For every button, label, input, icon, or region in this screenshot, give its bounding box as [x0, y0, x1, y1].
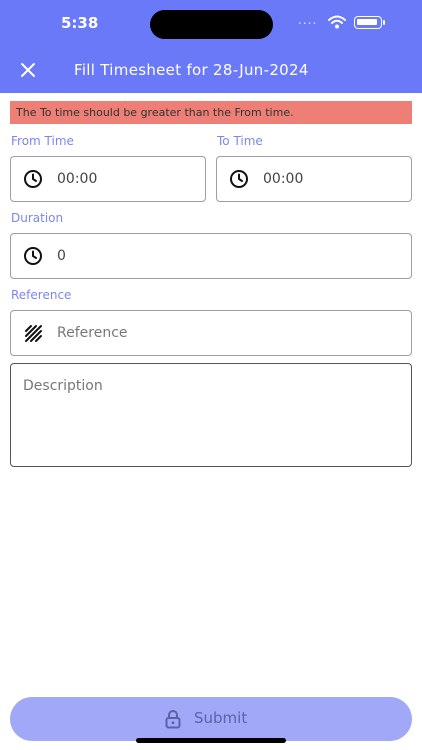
duration-label: Duration [11, 211, 64, 225]
wifi-icon [328, 15, 346, 29]
lock-icon [165, 710, 181, 729]
signal-icon: .... [298, 13, 318, 27]
description-placeholder: Description [23, 378, 103, 394]
status-time: 5:38 [61, 14, 99, 32]
close-icon[interactable] [19, 61, 37, 79]
from-time-label: From Time [11, 134, 74, 148]
submit-button[interactable]: Submit [10, 697, 412, 741]
to-time-field[interactable]: 00:00 [216, 156, 412, 202]
to-time-label: To Time [217, 134, 263, 148]
reference-input[interactable]: Reference [10, 310, 412, 356]
duration-value: 0 [57, 248, 66, 264]
clock-icon [24, 247, 42, 265]
from-time-value: 00:00 [57, 171, 98, 187]
duration-field[interactable]: 0 [10, 233, 412, 279]
clock-icon [24, 170, 42, 188]
reference-label: Reference [11, 288, 72, 302]
app-header: 5:38 .... Fill Timesheet for 28-Jun-2024 [0, 0, 422, 93]
to-time-value: 00:00 [263, 171, 304, 187]
description-textarea[interactable]: Description [10, 363, 412, 467]
reference-placeholder: Reference [57, 325, 128, 341]
home-indicator [136, 738, 286, 743]
stripes-icon [25, 325, 42, 342]
dynamic-island [150, 10, 273, 39]
battery-icon [354, 16, 385, 29]
page-title: Fill Timesheet for 28-Jun-2024 [74, 61, 309, 79]
submit-label: Submit [194, 709, 248, 727]
error-banner: The To time should be greater than the F… [10, 101, 412, 124]
clock-icon [230, 170, 248, 188]
from-time-field[interactable]: 00:00 [10, 156, 206, 202]
